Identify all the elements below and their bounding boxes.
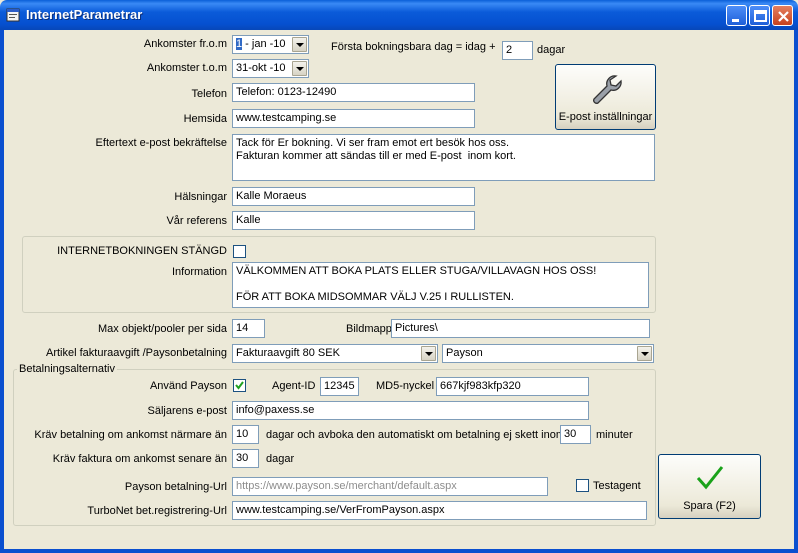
anvand-payson-checkbox[interactable]	[233, 379, 246, 392]
title-bar[interactable]: InternetParametrar	[0, 0, 798, 30]
hemsida-label: Hemsida	[183, 113, 227, 125]
forsta-bokningsbara-label: Första bokningsbara dag = idag +	[331, 41, 496, 53]
turbonet-label: TurboNet bet.registrering-Url	[87, 505, 227, 517]
saljarens-label: Säljarens e-post	[147, 405, 228, 417]
information-label: Information	[171, 266, 227, 278]
maximize-icon	[754, 10, 767, 22]
forsta-bokningsbara-input[interactable]: 2	[502, 41, 533, 60]
krav-minuter-unit: minuter	[596, 429, 633, 441]
md5-input[interactable]: 667kjf983kfp320	[436, 377, 589, 396]
app-icon	[6, 8, 20, 22]
ankomster-tom-label: Ankomster t.o.m	[146, 62, 227, 74]
internet-stangd-checkbox[interactable]	[233, 245, 246, 258]
agent-id-label: Agent-ID	[272, 380, 316, 392]
krav-faktura-input[interactable]: 30	[232, 449, 259, 468]
krav-betalning-input[interactable]: 10	[232, 425, 259, 444]
window-frame-bottom	[0, 549, 798, 553]
payson-url-label: Payson betalning-Url	[124, 481, 227, 493]
telefon-label: Telefon	[191, 88, 227, 100]
hemsida-input[interactable]: www.testcamping.se	[232, 109, 475, 128]
anvand-payson-label: Använd Payson	[149, 380, 227, 392]
ankomster-from-label: Ankomster fr.o.m	[143, 38, 227, 50]
wrench-icon	[593, 75, 622, 104]
ankomster-tom-value: 31-okt -10	[236, 62, 286, 74]
agent-id-input[interactable]: 12345	[320, 377, 359, 396]
bildmapp-label: Bildmapp	[346, 323, 392, 335]
forsta-unit-label: dagar	[537, 44, 566, 56]
halsningar-input[interactable]: Kalle Moraeus	[232, 187, 475, 206]
save-button[interactable]: Spara (F2)	[658, 454, 761, 519]
window-frame-right	[794, 30, 798, 553]
telefon-input[interactable]: Telefon: 0123-12490	[232, 83, 475, 102]
minimize-button[interactable]	[726, 5, 747, 26]
window-title: InternetParametrar	[26, 7, 143, 22]
ankomster-tom-select[interactable]: 31-okt -10	[232, 59, 309, 78]
ankomster-from-rest: - jan -10	[242, 38, 286, 50]
eftertext-label: Eftertext e-post bekräftelse	[95, 137, 227, 149]
maximize-button[interactable]	[749, 5, 770, 26]
close-icon	[778, 11, 789, 22]
md5-label: MD5-nyckel	[376, 380, 435, 392]
krav-faktura-unit: dagar	[266, 453, 295, 465]
payson-select[interactable]: Payson	[442, 344, 654, 363]
saljarens-input[interactable]: info@paxess.se	[232, 401, 589, 420]
krav-betalning-label: Kräv betalning om ankomst närmare än	[34, 429, 227, 441]
chevron-down-icon[interactable]	[637, 346, 652, 361]
var-referens-input[interactable]: Kalle	[232, 211, 475, 230]
chevron-down-icon[interactable]	[421, 346, 436, 361]
testagent-label: Testagent	[593, 480, 641, 492]
artikel-select[interactable]: Fakturaavgift 80 SEK	[232, 344, 438, 363]
krav-faktura-label: Kräv faktura om ankomst senare än	[52, 453, 227, 465]
epost-settings-button[interactable]: E-post inställningar	[555, 64, 656, 130]
max-objekt-input[interactable]: 14	[232, 319, 265, 338]
save-button-label: Spara (F2)	[683, 500, 736, 512]
payson-select-value: Payson	[446, 347, 483, 359]
information-textarea[interactable]: VÄLKOMMEN ATT BOKA PLATS ELLER STUGA/VIL…	[232, 262, 649, 308]
max-objekt-label: Max objekt/pooler per sida	[97, 323, 227, 335]
payson-url-input[interactable]: https://www.payson.se/merchant/default.a…	[232, 477, 548, 496]
epost-settings-label: E-post inställningar	[558, 111, 653, 123]
krav-betalning-mid: dagar och avboka den automatiskt om beta…	[266, 429, 566, 441]
betalning-group-title: Betalningsalternativ	[17, 363, 118, 375]
turbonet-input[interactable]: www.testcamping.se/VerFromPayson.aspx	[232, 501, 647, 520]
chevron-down-icon[interactable]	[292, 61, 307, 76]
testagent-checkbox[interactable]	[576, 479, 589, 492]
chevron-down-icon[interactable]	[292, 37, 307, 52]
artikel-label: Artikel fakturaavgift /Paysonbetalning	[46, 347, 227, 359]
checkmark-icon	[696, 466, 724, 490]
minimize-icon	[732, 19, 739, 22]
halsningar-label: Hälsningar	[174, 191, 227, 203]
krav-minuter-input[interactable]: 30	[560, 425, 591, 444]
bildmapp-input[interactable]: Pictures\	[391, 319, 650, 338]
internet-stangd-label: INTERNETBOKNINGEN STÄNGD	[57, 245, 227, 257]
var-referens-label: Vår referens	[166, 215, 227, 227]
window-frame-left	[0, 30, 4, 553]
ankomster-from-select[interactable]: 1 - jan -10	[232, 35, 309, 54]
eftertext-textarea[interactable]: Tack för Er bokning. Vi ser fram emot er…	[232, 134, 655, 181]
check-mark-icon	[235, 381, 244, 390]
artikel-value: Fakturaavgift 80 SEK	[236, 347, 340, 359]
close-button[interactable]	[772, 5, 793, 26]
